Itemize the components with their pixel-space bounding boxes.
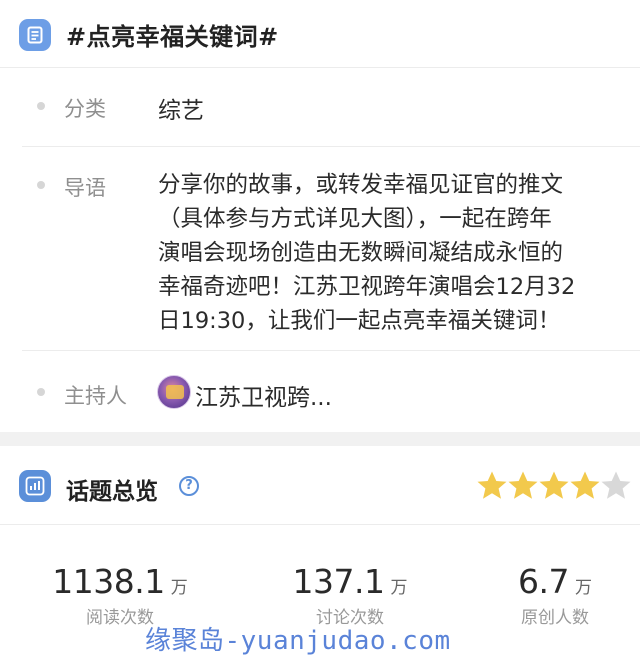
watermark-text: 缘聚岛-yuanjudao.com [145, 626, 451, 656]
topic-title: #点亮幸福关键词# [66, 23, 279, 51]
stat-unit: 万 [390, 578, 408, 598]
star-filled-icon [477, 471, 507, 499]
stat-label: 原创人数 [521, 608, 589, 628]
category-row: 分类 综艺 [0, 68, 640, 146]
guide-row: 导语 分享你的故事，或转发幸福见证官的推文 （具体参与方式详见大图），一起在跨年… [0, 146, 640, 350]
stat-original-count: 6.7 万 原创人数 [455, 562, 640, 628]
host-name[interactable]: 江苏卫视跨... [195, 378, 332, 412]
host-label: 主持人 [64, 384, 127, 408]
star-filled-icon [539, 471, 569, 499]
host-row[interactable]: 主持人 江苏卫视跨... [0, 350, 640, 432]
document-icon [19, 19, 51, 51]
stat-discussion-count: 137.1 万 讨论次数 [250, 562, 450, 628]
guide-label: 导语 [64, 176, 106, 200]
stat-read-count: 1138.1 万 阅读次数 [20, 562, 220, 628]
topic-info-card: #点亮幸福关键词# 分类 综艺 导语 分享你的故事，或转发幸福见证官的推文 （具… [0, 0, 640, 432]
star-filled-icon [570, 471, 600, 499]
overview-title: 话题总览 [66, 479, 158, 505]
host-avatar[interactable] [157, 375, 191, 409]
bullet-dot [37, 388, 45, 396]
chart-icon [19, 470, 51, 502]
rating-stars [476, 470, 636, 504]
stat-value: 6.7 [518, 562, 569, 601]
category-label: 分类 [64, 97, 106, 121]
topic-title-row: #点亮幸福关键词# [0, 0, 640, 68]
stat-value: 137.1 [292, 562, 385, 601]
stat-value: 1138.1 [52, 562, 165, 601]
help-icon[interactable]: ? [179, 476, 199, 496]
stat-unit: 万 [170, 578, 188, 598]
star-filled-icon [508, 471, 538, 499]
section-separator [0, 432, 640, 446]
divider [0, 524, 640, 525]
bullet-dot [37, 181, 45, 189]
stat-unit: 万 [574, 578, 592, 598]
guide-text: 分享你的故事，或转发幸福见证官的推文 （具体参与方式详见大图），一起在跨年 演唱… [158, 172, 576, 334]
category-value: 综艺 [158, 98, 204, 124]
star-empty-icon [601, 471, 631, 499]
bullet-dot [37, 102, 45, 110]
